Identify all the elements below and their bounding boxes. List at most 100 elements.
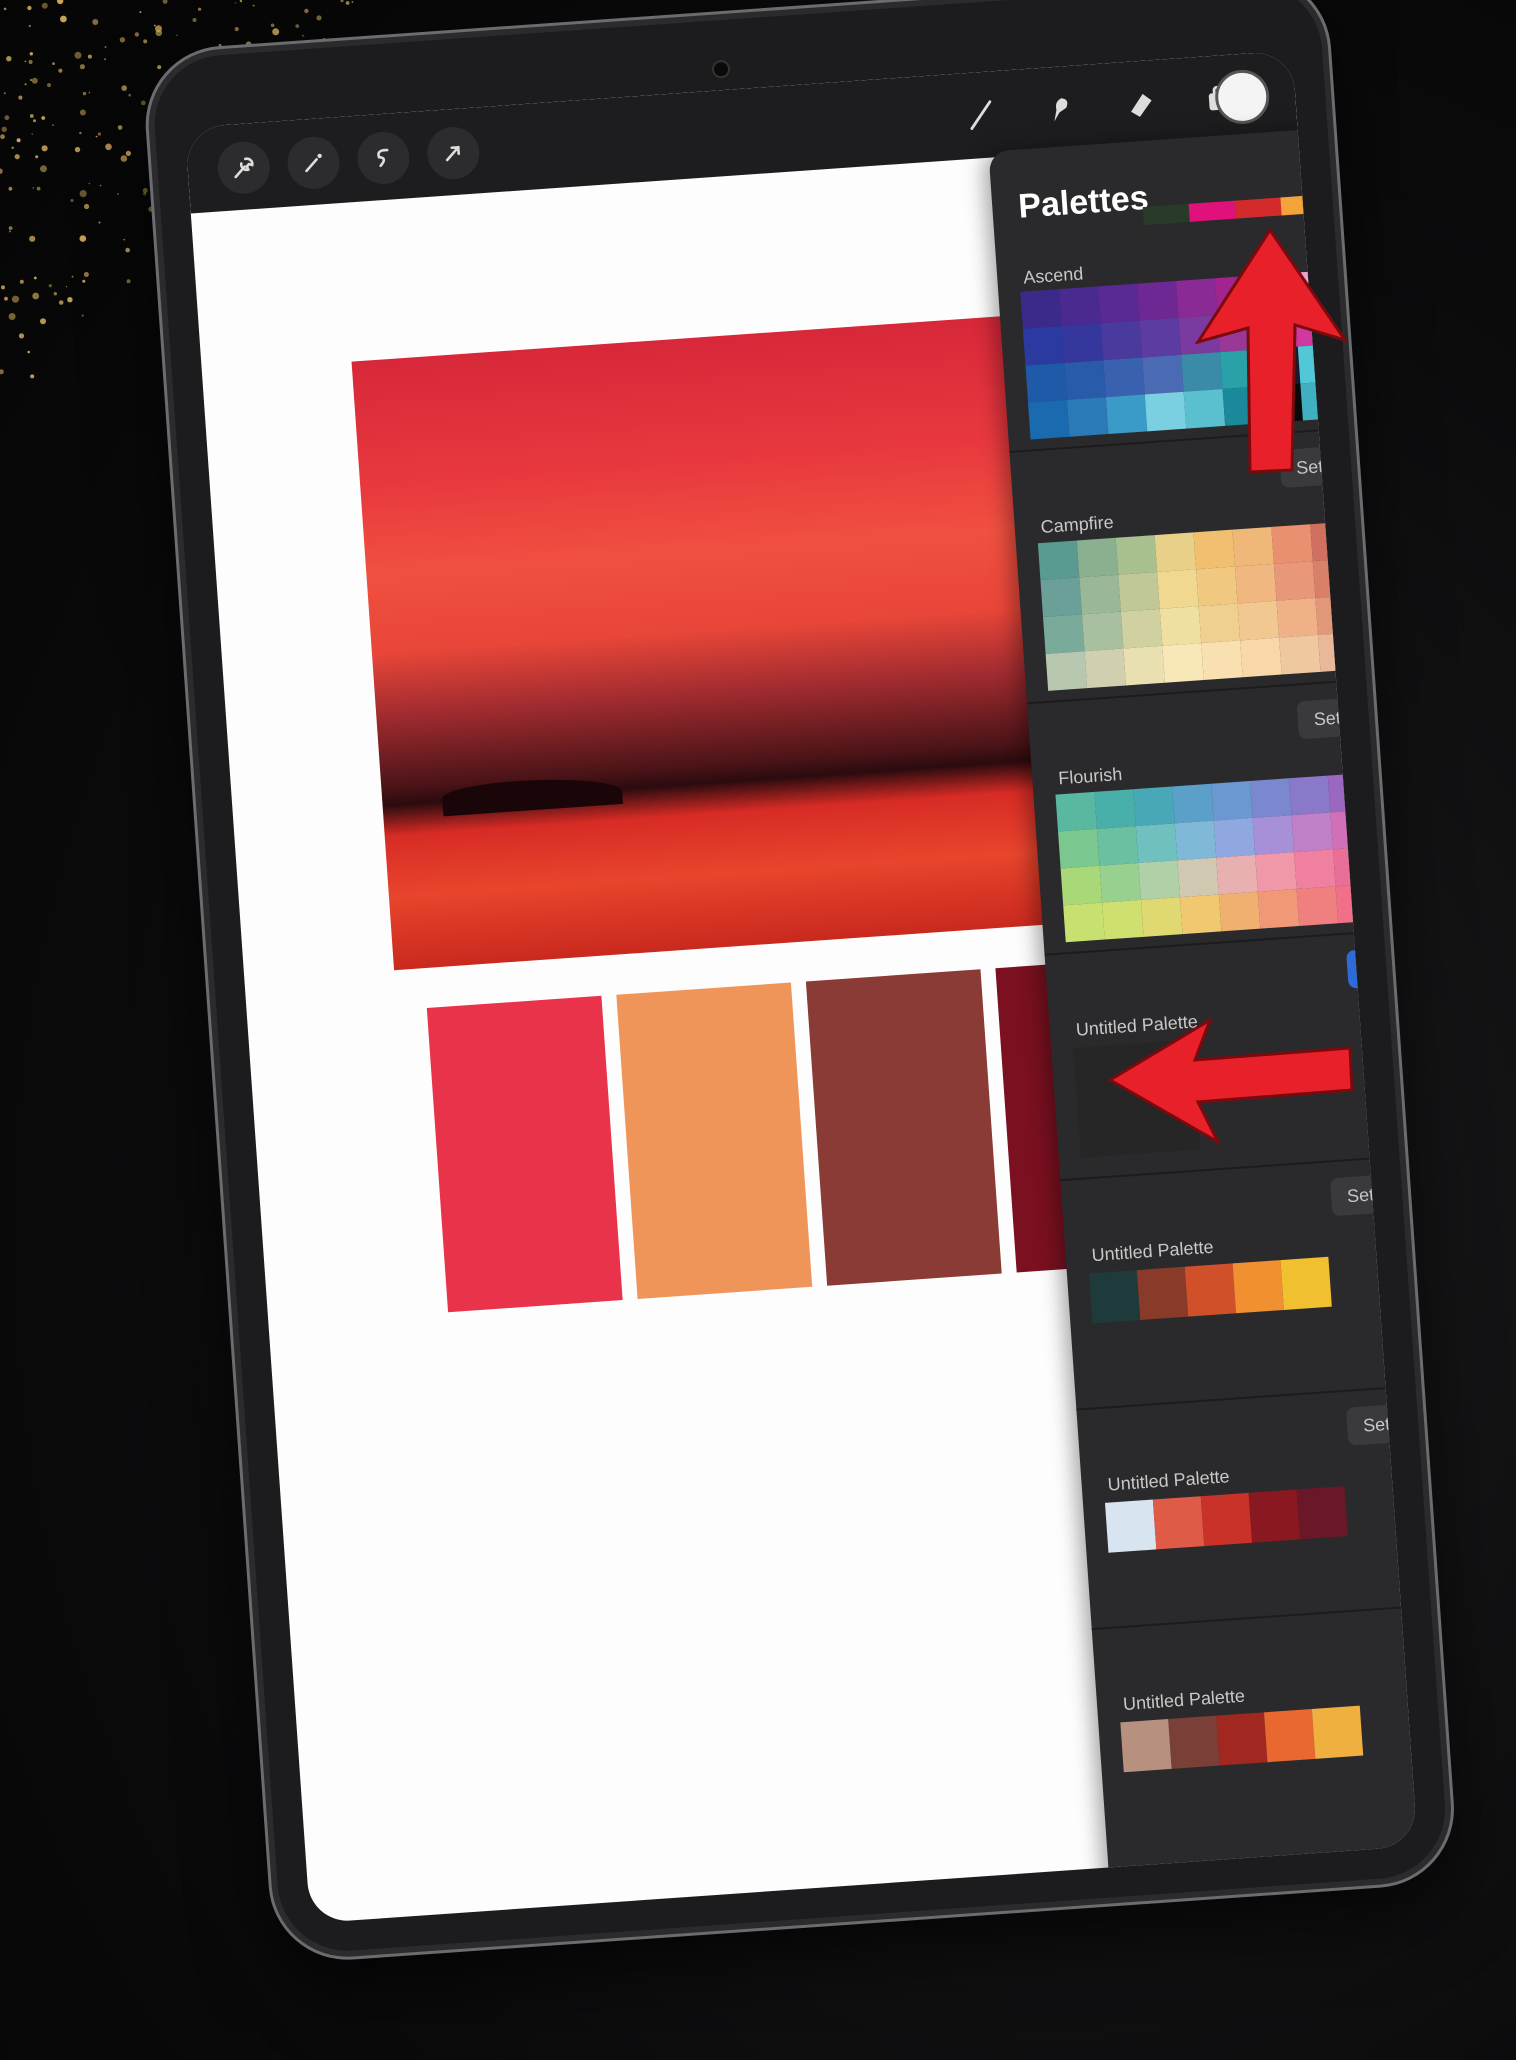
partial-button[interactable]: Sc <box>1351 207 1418 251</box>
color-swatch[interactable] <box>1332 846 1375 887</box>
color-swatch[interactable] <box>1135 823 1178 864</box>
color-swatch[interactable] <box>1184 1263 1237 1317</box>
color-swatch[interactable] <box>1263 1708 1316 1763</box>
color-swatch[interactable] <box>1296 886 1339 926</box>
color-swatch[interactable] <box>1076 537 1119 578</box>
color-swatch[interactable] <box>1291 812 1333 853</box>
color-swatch[interactable] <box>1351 555 1394 596</box>
color-swatch[interactable] <box>1104 1499 1157 1553</box>
set-default-button[interactable]: Set Default <box>1345 1399 1418 1446</box>
color-swatch[interactable] <box>1138 860 1180 900</box>
color-swatch[interactable] <box>1378 375 1418 416</box>
color-swatch[interactable] <box>1157 569 1199 609</box>
color-swatch[interactable] <box>1179 894 1222 935</box>
color-swatch[interactable] <box>1139 317 1182 358</box>
color-swatch[interactable] <box>1288 775 1331 816</box>
color-swatch[interactable] <box>1218 891 1261 932</box>
color-swatch[interactable] <box>1141 897 1183 937</box>
color-swatch[interactable] <box>1413 878 1418 918</box>
palette-swatch-row[interactable] <box>1088 1256 1332 1324</box>
color-swatch[interactable] <box>1354 592 1396 633</box>
color-swatch[interactable] <box>1371 843 1414 884</box>
color-swatch[interactable] <box>1100 320 1143 361</box>
color-swatch[interactable] <box>1063 902 1105 943</box>
color-swatch[interactable] <box>1079 574 1121 615</box>
color-swatch[interactable] <box>1335 883 1378 924</box>
color-swatch[interactable] <box>1159 606 1202 646</box>
color-swatch[interactable] <box>1102 899 1144 940</box>
color-swatch[interactable] <box>1066 397 1109 437</box>
color-swatch[interactable] <box>1317 632 1360 672</box>
selection-icon[interactable] <box>355 130 412 186</box>
wrench-icon[interactable] <box>215 139 272 196</box>
color-swatch[interactable] <box>1142 354 1184 395</box>
color-swatch[interactable] <box>1162 643 1204 683</box>
color-swatch[interactable] <box>1280 194 1328 216</box>
color-swatch[interactable] <box>1198 603 1241 644</box>
palette-swatch-grid[interactable] <box>1055 767 1418 943</box>
color-swatch[interactable] <box>1098 283 1140 324</box>
color-swatch[interactable] <box>1200 1492 1253 1547</box>
color-swatch[interactable] <box>1022 326 1065 366</box>
color-swatch[interactable] <box>1232 526 1274 567</box>
color-swatch[interactable] <box>1310 521 1352 562</box>
color-swatch[interactable] <box>1084 648 1127 689</box>
color-swatch[interactable] <box>1055 791 1097 832</box>
palette-swatch-row[interactable] <box>1120 1705 1364 1773</box>
color-swatch[interactable] <box>1216 1712 1268 1766</box>
color-swatch[interactable] <box>1201 640 1243 680</box>
color-swatch[interactable] <box>1152 1496 1205 1550</box>
color-swatch[interactable] <box>1280 1256 1332 1310</box>
color-swatch[interactable] <box>1211 781 1253 821</box>
color-swatch[interactable] <box>1248 1489 1300 1543</box>
color-swatch[interactable] <box>1255 852 1297 892</box>
color-swatch[interactable] <box>1349 518 1391 559</box>
color-swatch[interactable] <box>1193 529 1235 570</box>
palette-swatch-row[interactable] <box>1104 1486 1348 1553</box>
color-swatch[interactable] <box>1405 767 1418 808</box>
smudge-icon[interactable] <box>1034 83 1087 136</box>
color-swatch[interactable] <box>1373 301 1415 342</box>
color-swatch[interactable] <box>1123 645 1165 686</box>
color-swatch[interactable] <box>1372 187 1418 210</box>
color-swatch[interactable] <box>1356 629 1399 670</box>
color-swatch[interactable] <box>1388 516 1418 556</box>
color-swatch[interactable] <box>1237 600 1280 641</box>
color-swatch[interactable] <box>1120 608 1163 649</box>
color-swatch[interactable] <box>1273 561 1316 601</box>
color-swatch[interactable] <box>1020 289 1062 329</box>
color-swatch[interactable] <box>1133 786 1175 827</box>
color-swatch[interactable] <box>1096 826 1139 866</box>
color-swatch[interactable] <box>1234 197 1282 219</box>
color-swatch[interactable] <box>1370 264 1412 305</box>
color-swatch[interactable] <box>1061 323 1104 363</box>
color-swatch[interactable] <box>1088 1270 1141 1324</box>
color-swatch[interactable] <box>1099 863 1142 903</box>
color-swatch[interactable] <box>1064 360 1106 400</box>
color-swatch[interactable] <box>1234 563 1277 604</box>
color-swatch[interactable] <box>1177 857 1219 898</box>
color-swatch[interactable] <box>1188 200 1236 222</box>
color-swatch[interactable] <box>1115 535 1158 575</box>
eraser-icon[interactable] <box>1114 77 1167 130</box>
magic-wand-icon[interactable] <box>285 135 342 191</box>
color-swatch[interactable] <box>1374 880 1416 921</box>
color-swatch[interactable] <box>1240 637 1282 678</box>
move-arrow-icon[interactable] <box>425 125 481 181</box>
color-swatch[interactable] <box>1103 357 1145 398</box>
set-default-button[interactable]: Set Default <box>1329 1169 1418 1217</box>
color-swatch[interactable] <box>1375 338 1418 379</box>
color-swatch[interactable] <box>1311 1705 1364 1759</box>
color-swatch[interactable] <box>1252 815 1295 855</box>
color-swatch[interactable] <box>1136 1266 1189 1320</box>
color-swatch[interactable] <box>1043 614 1085 654</box>
color-swatch[interactable] <box>1137 280 1179 321</box>
color-swatch[interactable] <box>1213 817 1256 858</box>
color-swatch[interactable] <box>1040 577 1082 618</box>
color-swatch[interactable] <box>1028 399 1070 440</box>
set-default-button[interactable]: Set Default <box>1296 693 1418 740</box>
brush-icon[interactable] <box>954 88 1007 141</box>
color-swatch[interactable] <box>1294 849 1336 890</box>
color-swatch[interactable] <box>1059 286 1101 327</box>
color-swatch[interactable] <box>1172 783 1214 824</box>
